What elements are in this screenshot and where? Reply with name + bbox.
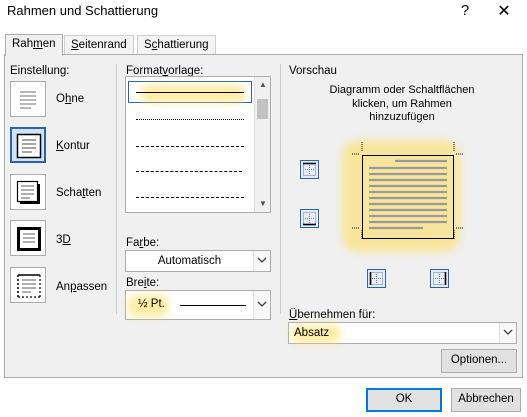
highlight-marker — [140, 85, 246, 103]
border-left-button[interactable] — [367, 269, 386, 288]
divider — [280, 64, 281, 314]
border-none-icon — [20, 91, 36, 109]
close-icon[interactable]: ✕ — [494, 1, 514, 21]
scroll-up-icon[interactable]: ▲ — [255, 77, 270, 93]
cancel-button[interactable]: Abbrechen — [451, 388, 521, 412]
border-custom-icon — [17, 274, 41, 298]
chevron-down-icon[interactable] — [253, 291, 270, 319]
style-dashed-small[interactable] — [136, 146, 244, 147]
dialog-title: Rahmen und Schattierung — [7, 3, 159, 18]
border-bottom-icon — [303, 212, 316, 226]
preview-instruction-line: Diagramm oder Schaltflächen — [329, 84, 475, 96]
tab-seitenrand[interactable]: Seitenrand — [64, 35, 134, 55]
border-bottom-button[interactable] — [300, 209, 319, 228]
setting-label-box: Kontur — [56, 140, 90, 152]
style-dotted[interactable] — [136, 119, 244, 120]
chevron-down-icon[interactable] — [499, 323, 516, 343]
style-scrollbar[interactable]: ▲ ▼ — [254, 77, 270, 212]
preview-instruction-line: hinzuzufügen — [369, 111, 435, 123]
scroll-thumb[interactable] — [257, 99, 268, 119]
tab-schattierung[interactable]: Schattierung — [137, 35, 216, 55]
label-text: Farbe: — [126, 237, 160, 249]
style-dash-dot[interactable] — [136, 197, 244, 198]
label-text: Ohne — [56, 93, 85, 105]
border-top-icon — [303, 162, 316, 176]
style-dashed[interactable] — [136, 171, 242, 172]
apply-to-value: Absatz — [294, 327, 330, 339]
label-text: Breite: — [126, 277, 160, 289]
border-box-icon — [16, 133, 42, 159]
setting-custom-button[interactable] — [10, 267, 46, 303]
setting-none-button[interactable] — [10, 81, 46, 117]
preview-corner-marks — [352, 142, 464, 240]
label-text: Kontur — [56, 140, 90, 152]
tab-label: Seitenrand — [71, 39, 127, 51]
preview-instruction: Diagramm oder Schaltflächen klicken, um … — [288, 84, 516, 125]
apply-to-heading: Übernehmen für: — [289, 309, 375, 321]
divider — [116, 64, 117, 314]
apply-to-dropdown[interactable]: Absatz — [288, 322, 517, 344]
width-value: ½ Pt. — [138, 298, 165, 310]
border-left-icon — [369, 272, 383, 285]
preview-heading: Vorschau — [289, 65, 337, 77]
tab-label: Schattierung — [144, 39, 209, 51]
chevron-down-icon[interactable] — [253, 251, 270, 271]
width-dropdown[interactable]: ½ Pt. — [125, 290, 271, 320]
options-button[interactable]: Optionen... — [441, 349, 517, 373]
title-bar: Rahmen und Schattierung ? ✕ — [0, 0, 527, 26]
border-right-icon — [433, 272, 447, 285]
setting-shadow-button[interactable] — [10, 174, 46, 210]
scroll-down-icon[interactable]: ▼ — [255, 196, 270, 212]
settings-heading: Einstellung: — [10, 65, 70, 77]
border-top-button[interactable] — [300, 160, 319, 179]
setting-label-none: Ohne — [56, 93, 84, 105]
label-text: Schatten — [56, 187, 102, 199]
label-text: Anpassen — [56, 281, 108, 293]
setting-label-3d: 3D — [56, 234, 71, 246]
color-heading: Farbe: — [126, 237, 159, 249]
color-value: Automatisch — [157, 255, 222, 267]
line-style-listbox[interactable]: ▲ ▼ — [125, 76, 271, 213]
width-sample-line — [180, 305, 246, 306]
setting-3d-button[interactable] — [10, 220, 46, 256]
preview-instruction-line: klicken, um Rahmen — [352, 97, 452, 110]
border-3d-icon — [17, 227, 41, 251]
label-text: Übernehmen für: — [289, 309, 376, 321]
border-right-button[interactable] — [430, 269, 449, 288]
border-shadow-icon — [16, 180, 40, 204]
color-dropdown[interactable]: Automatisch — [125, 250, 271, 272]
tab-rahmen[interactable]: Rahmen — [5, 34, 63, 56]
label-text: 3D — [56, 234, 71, 246]
setting-label-custom: Anpassen — [56, 281, 107, 293]
help-icon[interactable]: ? — [458, 2, 472, 19]
setting-label-shadow: Schatten — [56, 187, 101, 199]
style-solid[interactable] — [136, 92, 244, 93]
tab-label: Rahmen — [12, 38, 56, 50]
ok-button[interactable]: OK — [366, 388, 442, 412]
width-heading: Breite: — [126, 277, 159, 289]
setting-box-button[interactable] — [10, 127, 46, 163]
